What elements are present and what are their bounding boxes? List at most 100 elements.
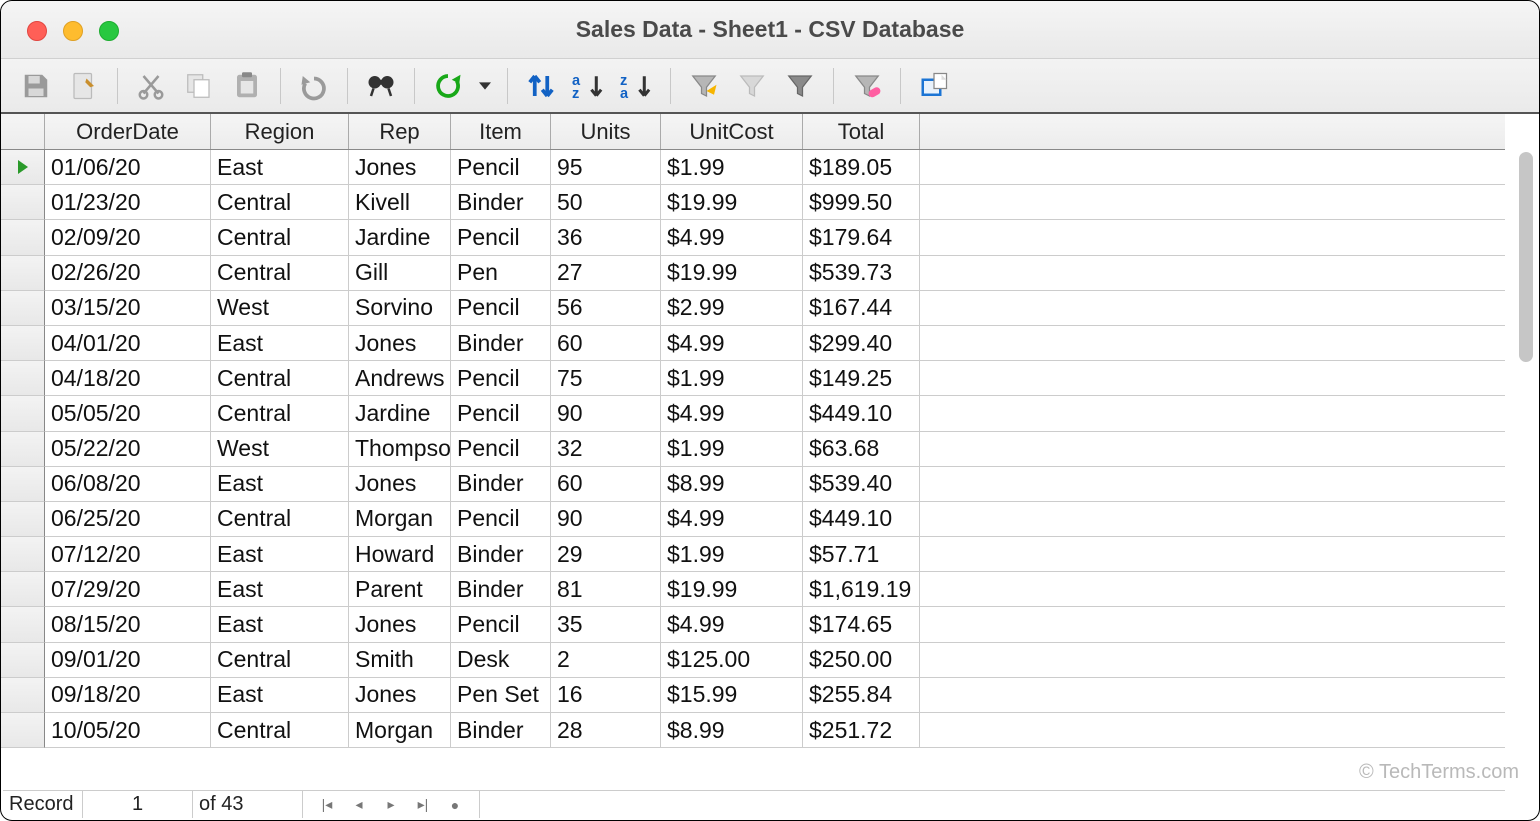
table-row[interactable]: 02/26/20CentralGillPen27$19.99$539.73 <box>1 256 1505 291</box>
cell[interactable]: Jones <box>349 607 451 642</box>
row-header[interactable] <box>1 291 45 326</box>
cell[interactable]: Central <box>211 220 349 255</box>
cell[interactable]: $179.64 <box>803 220 920 255</box>
vertical-scrollbar[interactable] <box>1519 150 1533 790</box>
cell[interactable]: Binder <box>451 572 551 607</box>
cell[interactable]: 50 <box>551 185 661 220</box>
standard-filter-button[interactable] <box>781 67 819 105</box>
find-button[interactable] <box>362 67 400 105</box>
cell[interactable]: Desk <box>451 643 551 678</box>
table-row[interactable]: 06/25/20CentralMorganPencil90$4.99$449.1… <box>1 502 1505 537</box>
nav-prev-icon[interactable]: ◂ <box>347 795 371 815</box>
cell[interactable]: East <box>211 150 349 185</box>
sort-button[interactable] <box>522 67 560 105</box>
cell[interactable]: 27 <box>551 256 661 291</box>
cell[interactable]: 56 <box>551 291 661 326</box>
cell[interactable]: Kivell <box>349 185 451 220</box>
refresh-button[interactable] <box>429 67 467 105</box>
nav-first-icon[interactable]: |◂ <box>315 795 339 815</box>
row-header[interactable] <box>1 607 45 642</box>
cell[interactable]: Jones <box>349 150 451 185</box>
cell[interactable]: $19.99 <box>661 572 803 607</box>
cell[interactable]: 35 <box>551 607 661 642</box>
cell[interactable]: 75 <box>551 361 661 396</box>
cell[interactable]: 03/15/20 <box>45 291 211 326</box>
cell[interactable]: Sorvino <box>349 291 451 326</box>
cell[interactable]: Pencil <box>451 396 551 431</box>
cell[interactable]: $449.10 <box>803 396 920 431</box>
cell[interactable]: 90 <box>551 396 661 431</box>
cell[interactable]: East <box>211 678 349 713</box>
cell[interactable]: Andrews <box>349 361 451 396</box>
cell[interactable]: 01/23/20 <box>45 185 211 220</box>
cell[interactable]: $250.00 <box>803 643 920 678</box>
table-row[interactable]: 04/18/20CentralAndrewsPencil75$1.99$149.… <box>1 361 1505 396</box>
cell[interactable]: 28 <box>551 713 661 748</box>
cell[interactable]: 16 <box>551 678 661 713</box>
cell[interactable]: East <box>211 467 349 502</box>
cell[interactable]: Pencil <box>451 502 551 537</box>
row-header[interactable] <box>1 678 45 713</box>
cell[interactable]: East <box>211 572 349 607</box>
cell[interactable]: 95 <box>551 150 661 185</box>
cell[interactable]: $1.99 <box>661 432 803 467</box>
row-header[interactable] <box>1 150 45 185</box>
row-header[interactable] <box>1 502 45 537</box>
close-icon[interactable] <box>27 21 47 41</box>
edit-button[interactable] <box>65 67 103 105</box>
column-header-orderdate[interactable]: OrderDate <box>45 114 211 149</box>
cell[interactable]: $167.44 <box>803 291 920 326</box>
row-header[interactable] <box>1 643 45 678</box>
cell[interactable]: Jardine <box>349 220 451 255</box>
cell[interactable]: Binder <box>451 537 551 572</box>
cell[interactable]: Binder <box>451 185 551 220</box>
table-row[interactable]: 05/05/20CentralJardinePencil90$4.99$449.… <box>1 396 1505 431</box>
row-header[interactable] <box>1 713 45 748</box>
select-all-corner[interactable] <box>1 114 45 149</box>
row-header[interactable] <box>1 220 45 255</box>
cell[interactable]: West <box>211 432 349 467</box>
cell[interactable]: $19.99 <box>661 185 803 220</box>
cell[interactable]: $2.99 <box>661 291 803 326</box>
cell[interactable]: Pencil <box>451 220 551 255</box>
cell[interactable]: $8.99 <box>661 713 803 748</box>
cell[interactable]: Jones <box>349 326 451 361</box>
cell[interactable]: Binder <box>451 713 551 748</box>
column-header-rep[interactable]: Rep <box>349 114 451 149</box>
cell[interactable]: Jones <box>349 678 451 713</box>
minimize-icon[interactable] <box>63 21 83 41</box>
cell[interactable]: 29 <box>551 537 661 572</box>
cell[interactable]: $174.65 <box>803 607 920 642</box>
cell[interactable]: East <box>211 326 349 361</box>
cell[interactable]: 05/22/20 <box>45 432 211 467</box>
cell[interactable]: 2 <box>551 643 661 678</box>
row-header[interactable] <box>1 572 45 607</box>
remove-filter-button[interactable] <box>848 67 886 105</box>
cell[interactable]: Pen <box>451 256 551 291</box>
table-row[interactable]: 06/08/20EastJonesBinder60$8.99$539.40 <box>1 467 1505 502</box>
cell[interactable]: Binder <box>451 326 551 361</box>
cell[interactable]: 02/26/20 <box>45 256 211 291</box>
row-header[interactable] <box>1 185 45 220</box>
cell[interactable]: Pencil <box>451 607 551 642</box>
row-header[interactable] <box>1 432 45 467</box>
table-row[interactable]: 01/06/20EastJonesPencil95$1.99$189.05 <box>1 150 1505 185</box>
cell[interactable]: Thompson <box>349 432 451 467</box>
column-header-region[interactable]: Region <box>211 114 349 149</box>
cell[interactable]: Parent <box>349 572 451 607</box>
cell[interactable]: Central <box>211 502 349 537</box>
row-header[interactable] <box>1 256 45 291</box>
cell[interactable]: $539.73 <box>803 256 920 291</box>
cell[interactable]: 02/09/20 <box>45 220 211 255</box>
refresh-dropdown[interactable] <box>477 67 493 105</box>
cell[interactable]: $149.25 <box>803 361 920 396</box>
cell[interactable]: Central <box>211 361 349 396</box>
cell[interactable]: $4.99 <box>661 396 803 431</box>
titlebar[interactable]: Sales Data - Sheet1 - CSV Database <box>1 1 1539 59</box>
cell[interactable]: $999.50 <box>803 185 920 220</box>
table-row[interactable]: 01/23/20CentralKivellBinder50$19.99$999.… <box>1 185 1505 220</box>
nav-new-icon[interactable]: ● <box>443 795 467 815</box>
cell[interactable]: 90 <box>551 502 661 537</box>
nav-last-icon[interactable]: ▸| <box>411 795 435 815</box>
cell[interactable]: $125.00 <box>661 643 803 678</box>
